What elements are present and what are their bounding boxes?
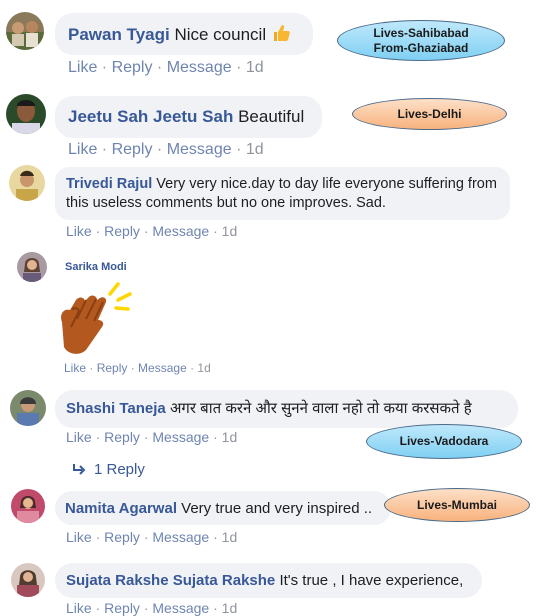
comment-text-continued: this useless comments but no one improve… bbox=[66, 195, 386, 211]
commenter-name[interactable]: Jeetu Sah Jeetu Sah bbox=[68, 107, 233, 126]
reply-link[interactable]: Reply bbox=[112, 59, 153, 76]
reply-link[interactable]: Reply bbox=[112, 141, 153, 158]
like-link[interactable]: Like bbox=[64, 361, 86, 375]
like-link[interactable]: Like bbox=[66, 600, 92, 616]
commenter-name[interactable]: Sujata Rakshe Sujata Rakshe bbox=[66, 572, 275, 589]
reply-arrow-icon bbox=[72, 462, 86, 479]
comment-text: Very true and very inspired .. bbox=[181, 500, 373, 517]
commenter-name[interactable]: Pawan Tyagi bbox=[68, 25, 170, 44]
comment-text: Beautiful bbox=[238, 107, 305, 126]
location-tag: Lives-Delhi bbox=[352, 98, 507, 130]
message-link[interactable]: Message bbox=[152, 223, 209, 239]
reply-link[interactable]: Reply bbox=[104, 600, 140, 616]
avatar[interactable] bbox=[17, 252, 47, 282]
timestamp[interactable]: 1d bbox=[222, 223, 238, 239]
like-link[interactable]: Like bbox=[68, 141, 97, 158]
tag-line: Lives-Sahibabad bbox=[373, 25, 469, 40]
timestamp[interactable]: 1d bbox=[222, 600, 238, 616]
avatar[interactable] bbox=[11, 563, 45, 597]
comment-actions: Like · Reply · Message · 1d bbox=[68, 59, 264, 76]
message-link[interactable]: Message bbox=[167, 141, 232, 158]
tag-line: Lives-Mumbai bbox=[416, 497, 497, 512]
view-replies-link[interactable]: 1 Reply bbox=[72, 461, 145, 479]
like-link[interactable]: Like bbox=[66, 429, 92, 445]
reply-link[interactable]: Reply bbox=[104, 429, 140, 445]
like-link[interactable]: Like bbox=[68, 59, 97, 76]
avatar[interactable] bbox=[10, 390, 46, 426]
timestamp[interactable]: 1d bbox=[222, 529, 238, 545]
thumbs-up-icon bbox=[271, 23, 291, 49]
comment-actions: Like · Reply · Message · 1d bbox=[66, 223, 238, 239]
timestamp[interactable]: 1d bbox=[246, 141, 264, 158]
comment-text: Nice council bbox=[174, 25, 267, 44]
timestamp[interactable]: 1d bbox=[197, 361, 210, 375]
message-link[interactable]: Message bbox=[138, 361, 187, 375]
comment-text: Very very nice.day to day life everyone … bbox=[156, 176, 497, 192]
avatar[interactable] bbox=[11, 489, 45, 523]
timestamp[interactable]: 1d bbox=[246, 59, 264, 76]
comment-actions: Like · Reply · Message · 1d bbox=[66, 429, 238, 445]
comment-bubble: Jeetu Sah Jeetu Sah Beautiful bbox=[55, 96, 322, 138]
commenter-name[interactable]: Sarika Modi bbox=[65, 261, 127, 273]
avatar[interactable] bbox=[9, 165, 45, 201]
like-link[interactable]: Like bbox=[66, 223, 92, 239]
comment-bubble: Pawan Tyagi Nice council bbox=[55, 13, 313, 55]
location-tag: Lives-Vadodara bbox=[366, 424, 522, 459]
comment-text: अगर बात करने और सुनने वाला नहो तो कया कर… bbox=[169, 400, 472, 417]
replies-count[interactable]: 1 Reply bbox=[94, 461, 145, 478]
like-link[interactable]: Like bbox=[66, 529, 92, 545]
location-tag: Lives-Sahibabad From-Ghaziabad bbox=[337, 20, 505, 61]
message-link[interactable]: Message bbox=[152, 600, 209, 616]
commenter-name[interactable]: Shashi Taneja bbox=[66, 400, 166, 417]
comment-actions: Like · Reply · Message · 1d bbox=[64, 361, 211, 375]
comment-actions: Like · Reply · Message · 1d bbox=[66, 600, 238, 616]
commenter-name[interactable]: Trivedi Rajul bbox=[66, 176, 152, 192]
message-link[interactable]: Message bbox=[167, 59, 232, 76]
comment-actions: Like · Reply · Message · 1d bbox=[68, 141, 264, 158]
location-tag: Lives-Mumbai bbox=[384, 488, 530, 522]
avatar[interactable] bbox=[6, 12, 44, 50]
comment-actions: Like · Reply · Message · 1d bbox=[66, 529, 238, 545]
tag-line: Lives-Delhi bbox=[397, 106, 462, 121]
comment-bubble: Trivedi Rajul Very very nice.day to day … bbox=[55, 167, 510, 220]
comment-text: It's true , I have experience, bbox=[279, 572, 464, 589]
reply-link[interactable]: Reply bbox=[97, 361, 128, 375]
avatar[interactable] bbox=[6, 94, 46, 134]
comment-bubble: Namita Agarwal Very true and very inspir… bbox=[55, 491, 391, 525]
commenter-name[interactable]: Namita Agarwal bbox=[65, 500, 177, 517]
reply-link[interactable]: Reply bbox=[104, 529, 140, 545]
reply-link[interactable]: Reply bbox=[104, 223, 140, 239]
comment-bubble: Sujata Rakshe Sujata Rakshe It's true , … bbox=[55, 563, 482, 598]
message-link[interactable]: Message bbox=[152, 529, 209, 545]
message-link[interactable]: Message bbox=[152, 429, 209, 445]
comment-bubble: Shashi Taneja अगर बात करने और सुनने वाला… bbox=[55, 390, 518, 428]
timestamp[interactable]: 1d bbox=[222, 429, 238, 445]
clapping-hands-icon bbox=[52, 280, 134, 356]
tag-line: Lives-Vadodara bbox=[399, 434, 489, 448]
tag-line: From-Ghaziabad bbox=[373, 40, 469, 55]
